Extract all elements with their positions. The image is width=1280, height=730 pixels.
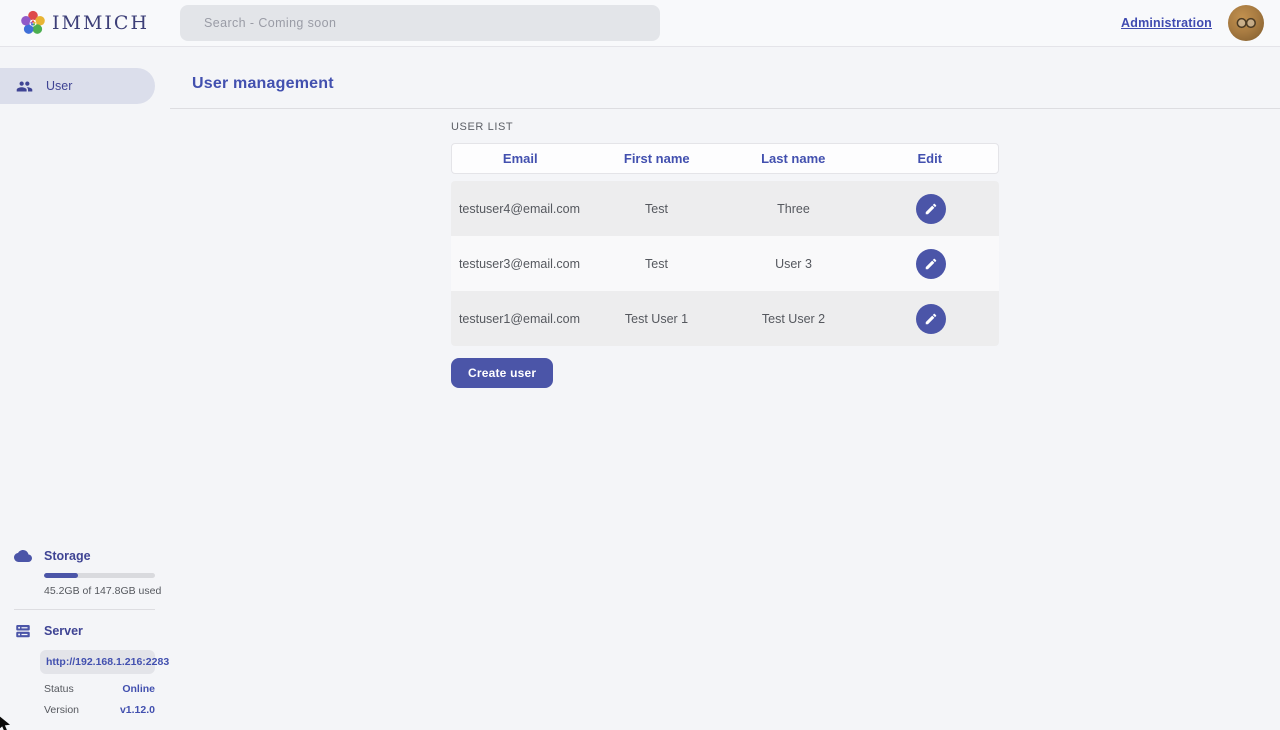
column-header-first-name: First name	[589, 151, 726, 166]
brand-name: IMMICH	[52, 12, 149, 34]
glasses-icon	[1233, 10, 1259, 36]
top-navbar: IMMICH Administration	[0, 0, 1280, 47]
version-value: v1.12.0	[120, 704, 155, 716]
cell-email: testuser1@email.com	[451, 312, 588, 326]
status-label: Status	[44, 683, 74, 695]
column-header-email: Email	[452, 151, 589, 166]
page-title: User management	[170, 47, 1280, 93]
server-version-row: Version v1.12.0	[44, 704, 155, 716]
pencil-icon	[924, 257, 938, 271]
server-url-chip: http://192.168.1.216:2283	[40, 650, 155, 674]
table-row: testuser4@email.com Test Three	[451, 181, 999, 236]
version-label: Version	[44, 704, 79, 716]
pencil-icon	[924, 312, 938, 326]
storage-progress-fill	[44, 573, 78, 578]
main-content: User management USER LIST Email First na…	[170, 47, 1280, 730]
column-header-edit: Edit	[862, 151, 999, 166]
cell-last-name: User 3	[725, 257, 862, 271]
cell-first-name: Test User 1	[588, 312, 725, 326]
storage-section-header: Storage	[0, 547, 170, 565]
cell-first-name: Test	[588, 202, 725, 216]
storage-progress-bar	[44, 573, 155, 578]
table-row: testuser1@email.com Test User 1 Test Use…	[451, 291, 999, 346]
title-divider	[170, 108, 1280, 109]
table-header: Email First name Last name Edit	[451, 143, 999, 174]
administration-link[interactable]: Administration	[1121, 16, 1212, 30]
server-section-header: Server	[0, 622, 170, 640]
column-header-last-name: Last name	[725, 151, 862, 166]
sidebar-item-user[interactable]: User	[0, 68, 155, 104]
cell-first-name: Test	[588, 257, 725, 271]
pencil-icon	[924, 202, 938, 216]
user-table: testuser4@email.com Test Three testuser3…	[451, 181, 999, 346]
cell-email: testuser4@email.com	[451, 202, 588, 216]
edit-user-button[interactable]	[916, 194, 946, 224]
sidebar-divider	[14, 609, 155, 610]
edit-user-button[interactable]	[916, 249, 946, 279]
brand[interactable]: IMMICH	[20, 10, 180, 36]
storage-usage-text: 45.2GB of 147.8GB used	[44, 585, 170, 597]
users-icon	[16, 78, 33, 95]
cloud-icon	[14, 547, 32, 565]
mouse-cursor	[0, 714, 17, 730]
status-value: Online	[122, 683, 155, 695]
cell-email: testuser3@email.com	[451, 257, 588, 271]
sidebar: User Storage 45.2GB of 147.8GB used	[0, 47, 170, 730]
immich-logo-icon	[20, 10, 46, 36]
edit-user-button[interactable]	[916, 304, 946, 334]
cell-last-name: Test User 2	[725, 312, 862, 326]
sidebar-item-label: User	[46, 79, 72, 93]
create-user-button[interactable]: Create user	[451, 358, 553, 388]
server-status-row: Status Online	[44, 683, 155, 695]
search-input[interactable]	[180, 5, 660, 41]
storage-title: Storage	[44, 549, 91, 563]
user-avatar[interactable]	[1228, 5, 1264, 41]
user-list-label: USER LIST	[451, 121, 999, 133]
server-icon	[14, 622, 32, 640]
cell-last-name: Three	[725, 202, 862, 216]
server-title: Server	[44, 624, 83, 638]
table-row: testuser3@email.com Test User 3	[451, 236, 999, 291]
